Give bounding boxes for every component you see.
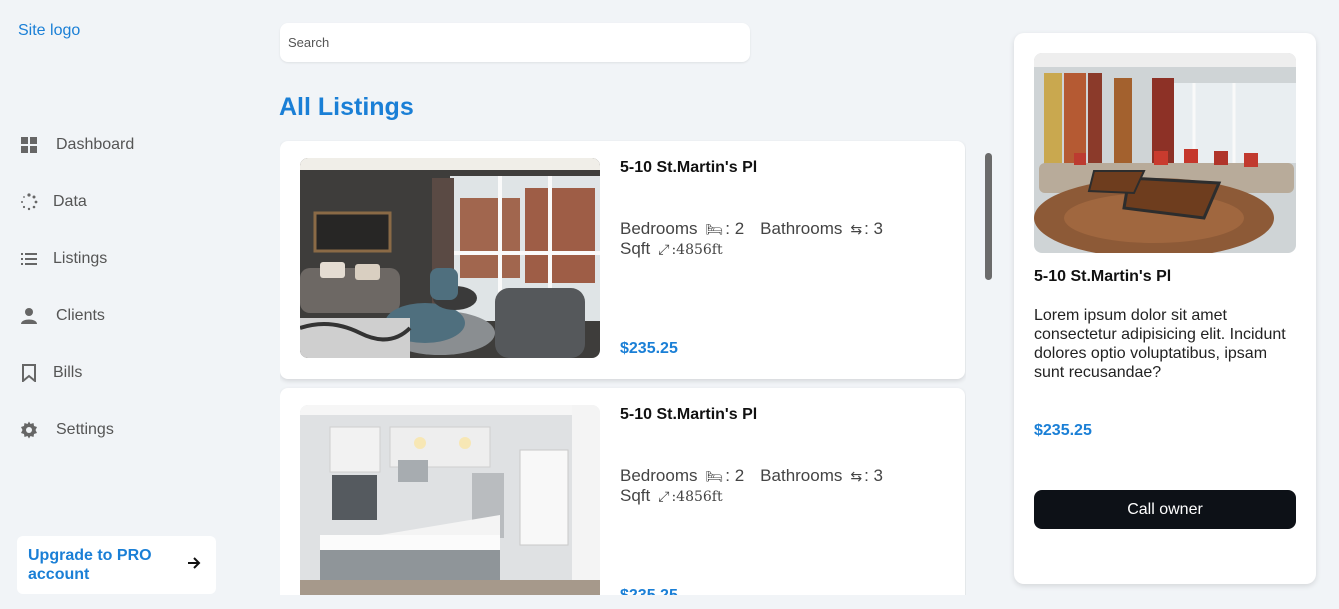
bed-icon: 🛏︎ (705, 468, 724, 484)
sqft-value: :4856ft (671, 242, 723, 258)
bathrooms-label: Bathrooms (760, 466, 843, 485)
listing-price: $235.25 (620, 340, 678, 357)
bookmark-icon (18, 362, 40, 384)
bathrooms-value: : 3 (864, 466, 884, 485)
listings-scrollbar[interactable] (985, 153, 992, 280)
dashboard-grid-icon (18, 134, 40, 156)
bedrooms-value: : 2 (725, 466, 745, 485)
bedrooms-label: Bedrooms (620, 219, 698, 238)
listing-specs: Bedrooms 🛏︎: 2 Bathrooms ⇆: 3 Sqft ⤢:4856ft (620, 219, 883, 260)
listings-list[interactable]: 5-10 St.Martin's Pl Bedrooms 🛏︎: 2 Bathroo… (280, 140, 966, 595)
detail-description: Lorem ipsum dolor sit amet consectetur a… (1034, 307, 1286, 381)
bathrooms-label: Bathrooms (760, 219, 843, 238)
arrow-right-icon (186, 555, 202, 576)
site-logo[interactable]: Site logo (18, 22, 80, 40)
listing-price: $235.25 (620, 587, 678, 595)
loading-dots-icon (18, 191, 40, 213)
sidebar-item-label: Bills (53, 363, 83, 381)
sidebar-item-data[interactable]: Data (18, 173, 238, 230)
expand-icon: ⤢ (658, 488, 670, 504)
sidebar-item-label: Clients (56, 306, 105, 324)
bathtub-icon: ⇆ (850, 468, 863, 484)
bathrooms-value: : 3 (864, 219, 884, 238)
bedrooms-value: : 2 (725, 219, 745, 238)
sidebar-item-listings[interactable]: Listings (18, 230, 238, 287)
listing-specs: Bedrooms 🛏︎: 2 Bathrooms ⇆: 3 Sqft ⤢:4856ft (620, 466, 883, 507)
listing-card[interactable]: 5-10 St.Martin's Pl Bedrooms 🛏︎: 2 Bathroo… (280, 141, 965, 379)
upgrade-pro-button[interactable]: Upgrade to PRO account (17, 536, 216, 594)
sidebar-item-clients[interactable]: Clients (18, 287, 238, 344)
bed-icon: 🛏︎ (705, 221, 724, 237)
sidebar-item-label: Data (53, 192, 87, 210)
kitchen-photo (300, 405, 600, 595)
expand-icon: ⤢ (658, 241, 670, 257)
search-input[interactable] (280, 23, 750, 62)
detail-price: $235.25 (1034, 422, 1092, 439)
upgrade-label: Upgrade to PRO account (28, 547, 152, 583)
person-icon (18, 305, 40, 327)
listing-detail-panel: 5-10 St.Martin's Pl Lorem ipsum dolor si… (1014, 33, 1316, 584)
living-room-photo (300, 158, 600, 358)
list-icon (18, 248, 40, 270)
sidebar: Site logo Dashboard Data Listings Client… (0, 0, 250, 609)
bathtub-icon: ⇆ (850, 221, 863, 237)
sqft-value: :4856ft (671, 489, 723, 505)
sidebar-item-bills[interactable]: Bills (18, 344, 238, 401)
detail-title: 5-10 St.Martin's Pl (1034, 268, 1172, 285)
sidebar-item-label: Dashboard (56, 135, 135, 153)
listing-card[interactable]: 5-10 St.Martin's Pl Bedrooms 🛏︎: 2 Bathroo… (280, 388, 965, 595)
gear-icon (18, 419, 40, 441)
page-title: All Listings (279, 93, 414, 121)
sidebar-nav: Dashboard Data Listings Clients Bills Se… (18, 116, 238, 458)
sidebar-item-label: Settings (56, 420, 114, 438)
sqft-label: Sqft (620, 239, 651, 258)
listing-title[interactable]: 5-10 St.Martin's Pl (620, 406, 757, 424)
sidebar-item-dashboard[interactable]: Dashboard (18, 116, 238, 173)
call-owner-button[interactable]: Call owner (1034, 490, 1296, 529)
lounge-photo (1034, 53, 1296, 253)
sqft-label: Sqft (620, 486, 651, 505)
sidebar-item-label: Listings (53, 249, 108, 267)
sidebar-item-settings[interactable]: Settings (18, 401, 238, 458)
bedrooms-label: Bedrooms (620, 466, 698, 485)
listing-title[interactable]: 5-10 St.Martin's Pl (620, 159, 757, 177)
